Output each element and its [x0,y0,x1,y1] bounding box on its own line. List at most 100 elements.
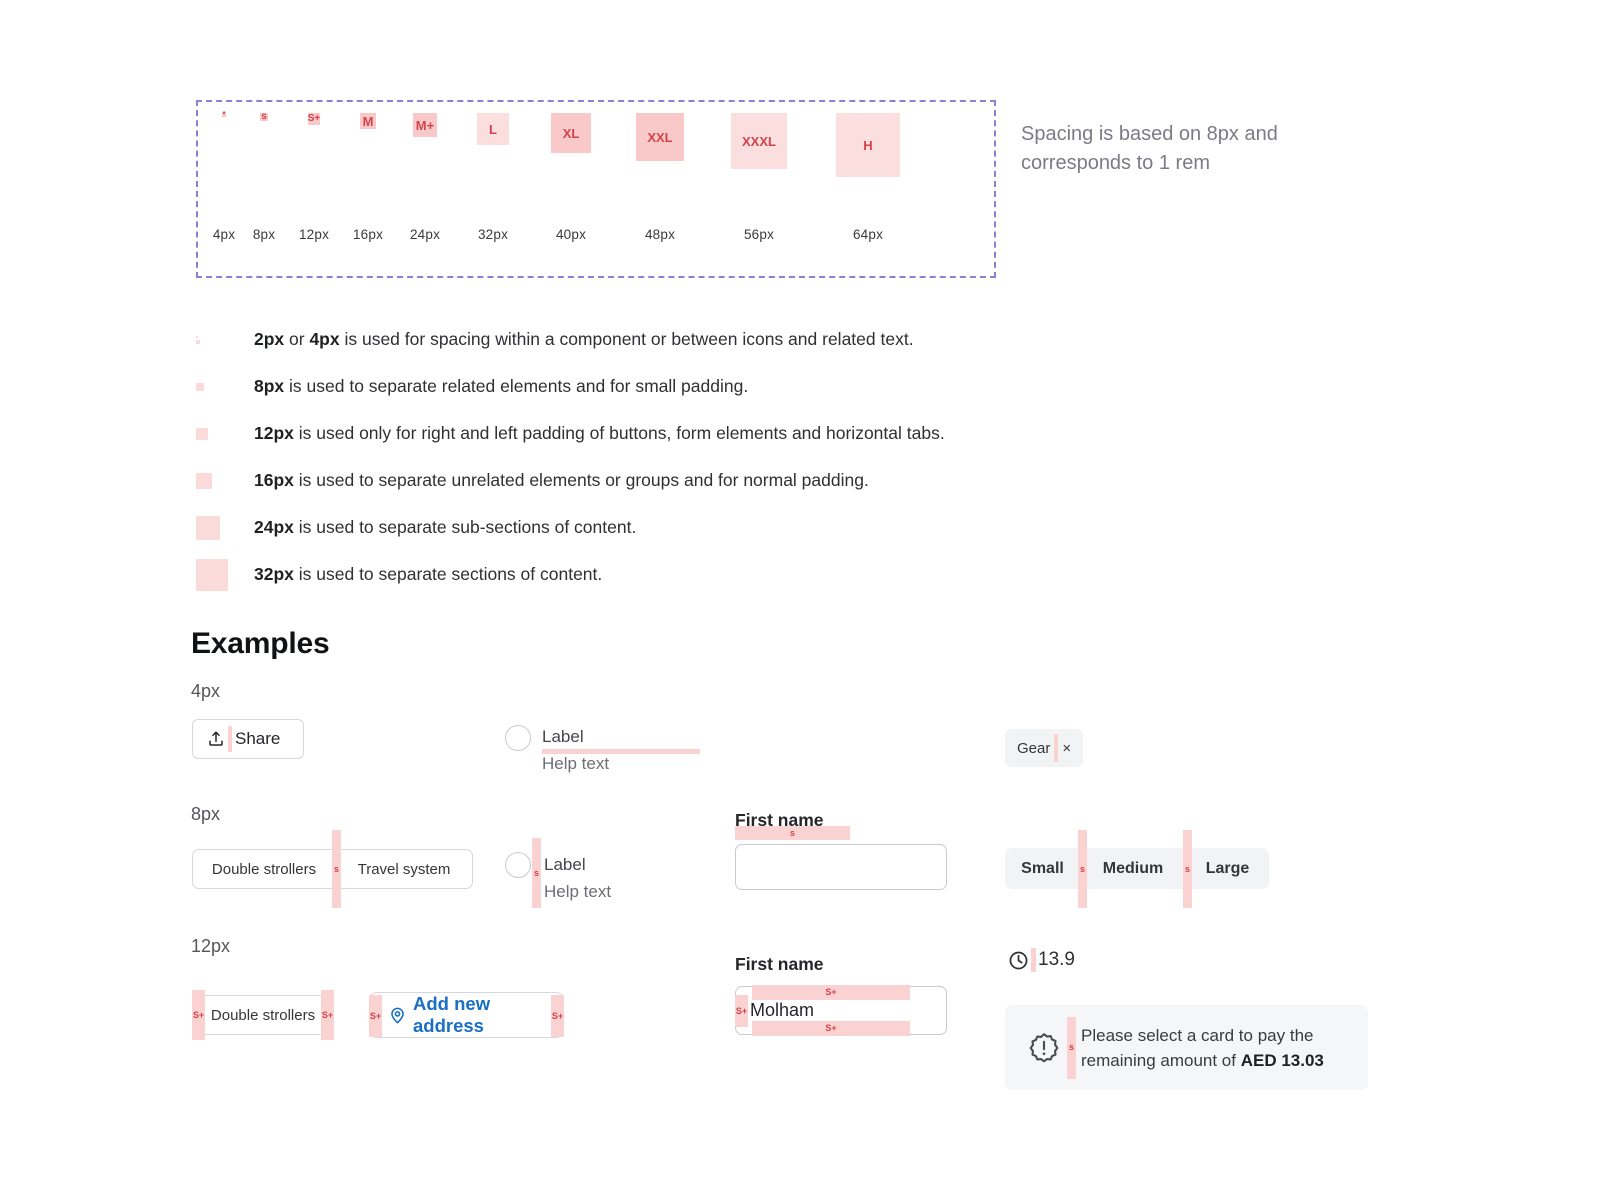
spacing-rules-list: 2px or 4px is used for spacing within a … [196,316,1396,598]
spacing-marker-12px: S+ [321,990,334,1040]
radio-label-4px: Label [542,727,584,746]
radio-4px[interactable] [505,725,531,751]
scale-step: XXXL 56px [719,113,799,242]
row-label-12px: 12px [191,936,231,956]
chip-double-strollers-12px[interactable]: Double strollers [192,995,334,1035]
spacing-marker-8px: s [1067,1016,1076,1079]
scale-step: XXL 48px [620,113,700,242]
examples-heading: Examples [191,627,330,660]
rule-swatch [196,427,208,440]
rule-swatch [196,472,212,489]
chip-double-strollers[interactable]: Double strollers [193,850,335,888]
rule-swatch [196,515,220,540]
time-metric: 13.9 [1008,948,1075,972]
scale-swatch: XL [551,113,591,153]
rule-swatch [196,558,228,591]
spacing-marker-12px-top: S+ [752,985,910,1000]
rule-swatch-group [196,504,236,551]
rule-text: 32px is used to separate sections of con… [254,564,603,584]
rule-swatch-group [196,316,236,363]
rule-text: 12px is used only for right and left pad… [254,423,945,443]
first-name-input-8px[interactable] [735,844,947,890]
spacing-rule: 8px is used to separate related elements… [196,363,1396,410]
segment-small[interactable]: Small [1005,848,1080,889]
payment-alert: s Please select a card to pay the remain… [1005,1005,1368,1090]
rule-text: 16px is used to separate unrelated eleme… [254,470,869,490]
radio-label-8px: Label [544,855,586,874]
spacing-marker-4px [1031,948,1036,972]
rule-swatch [196,335,198,338]
scale-swatch: XXXL [731,113,787,169]
spacing-marker-4px [228,726,232,752]
segment-medium[interactable]: Medium [1080,848,1186,889]
segmented-control-size[interactable]: Small Medium Large [1005,848,1269,889]
scale-step: L 32px [453,113,533,242]
spacing-marker-8px: s [1078,830,1087,908]
first-name-value: Molham [750,1000,815,1020]
spacing-marker-12px: S+ [551,995,564,1037]
spacing-marker-12px: S+ [369,995,382,1037]
spacing-rule: 12px is used only for right and left pad… [196,410,1396,457]
spacing-rule: 16px is used to separate unrelated eleme… [196,457,1396,504]
scale-swatch: s [260,111,268,122]
spacing-scale-row: * 4px s 8px S+ 12px M 16px M+ 24px L 32px XL 40px XXL 4… [198,102,994,242]
spacing-scale-note: Spacing is based on 8px and corresponds … [1021,123,1278,174]
upload-icon [207,730,225,748]
alert-badge-icon [1027,1031,1061,1065]
row-label-8px: 8px [191,804,221,824]
alert-line-1: Please select a card to pay the [1081,1025,1314,1045]
rule-text: 24px is used to separate sub-sections of… [254,517,637,537]
scale-swatch: S+ [307,113,321,125]
scale-step-label: 40px [555,227,587,242]
row-label-4px: 4px [191,681,221,701]
chip-label: Double strollers [210,1006,316,1024]
rule-swatch [196,339,200,344]
spacing-marker-8px-horizontal: s [735,826,850,840]
scale-swatch: H [836,113,900,177]
payment-alert-text: Please select a card to pay the remainin… [1081,1023,1324,1073]
location-pin-icon [388,1006,407,1025]
spacing-rule: 24px is used to separate sub-sections of… [196,504,1396,551]
scale-step-label: 48px [644,227,676,242]
scale-step-label: 8px [252,227,276,242]
spacing-marker-12px-bottom: S+ [752,1021,910,1036]
scale-step-label: 56px [743,227,775,242]
spacing-marker-12px: S+ [192,990,205,1040]
rule-text: 2px or 4px is used for spacing within a … [254,329,914,349]
share-button-label: Share [235,729,281,748]
alert-line-2-prefix: remaining amount of [1081,1050,1241,1070]
scale-step-label: 24px [409,227,441,242]
scale-step-label: 12px [298,227,330,242]
spacing-rule: 32px is used to separate sections of con… [196,551,1396,598]
scale-swatch: M [360,113,376,129]
scale-step: H 64px [828,113,908,242]
gear-tag-label: Gear [1017,739,1051,757]
spacing-marker-8px: s [332,830,341,908]
radio-8px[interactable] [505,852,531,878]
segment-large[interactable]: Large [1186,848,1269,889]
alert-amount: AED 13.03 [1240,1050,1324,1070]
spacing-rule: 2px or 4px is used for spacing within a … [196,316,1396,363]
close-icon[interactable]: × [1062,740,1071,757]
spacing-scale-panel: * 4px s 8px S+ 12px M 16px M+ 24px L 32px XL 40px XXL 4… [196,100,996,278]
share-button[interactable]: Share [192,719,304,759]
scale-swatch: XXL [636,113,684,161]
spacing-marker-8px: s [532,838,541,908]
clock-icon [1008,950,1029,971]
chip-travel-system[interactable]: Travel system [336,850,472,888]
spacing-marker-12px-left: S+ [735,995,748,1027]
rule-text: 8px is used to separate related elements… [254,376,749,396]
spacing-marker-4px [1054,734,1059,762]
scale-step-label: 32px [477,227,509,242]
spacing-marker-8px: s [1183,830,1192,908]
rule-swatch-group [196,363,236,410]
scale-step-label: 64px [852,227,884,242]
add-new-address-button[interactable]: Add new address [369,992,564,1038]
first-name-label-12px: First name [735,954,824,974]
add-new-address-label: Add new address [413,993,491,1036]
radio-help-4px: Help text [542,754,610,773]
gear-tag-chip[interactable]: Gear × [1005,729,1084,767]
scale-swatch: M+ [413,113,437,137]
scale-swatch: L [477,113,509,145]
scale-step: XL 40px [531,113,611,242]
